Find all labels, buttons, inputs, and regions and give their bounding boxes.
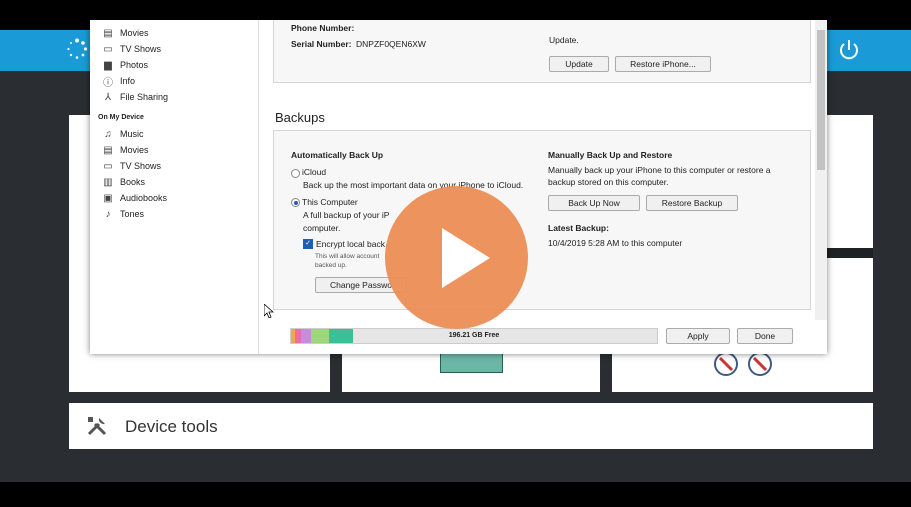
serial-number-label: Serial Number: [291, 39, 352, 49]
audiobook-icon: ▣ [103, 192, 113, 204]
play-icon [442, 228, 490, 288]
sidebar-item-photos[interactable]: ▆ Photos [102, 57, 148, 73]
feature-tile-icon [440, 352, 503, 373]
cursor-icon [264, 304, 274, 318]
sidebar-item-audiobooks[interactable]: ▣ Audiobooks [102, 190, 167, 206]
scroll-thumb[interactable] [817, 30, 825, 170]
manual-backup-description-2: backup stored on this computer. [548, 177, 669, 187]
info-icon: ⓘ [103, 77, 113, 89]
encrypt-checkbox[interactable]: ✓ [303, 239, 313, 249]
capacity-bar: 196.21 GB Free [290, 328, 658, 344]
manual-backup-title: Manually Back Up and Restore [548, 150, 673, 160]
done-button[interactable]: Done [737, 328, 793, 344]
book-icon: ▥ [103, 176, 113, 188]
spinner-icon [67, 38, 88, 59]
restore-backup-button[interactable]: Restore Backup [646, 195, 738, 211]
latest-backup-value: 10/4/2019 5:28 AM to this computer [548, 238, 683, 248]
update-button[interactable]: Update [549, 56, 609, 72]
decorative-tool-icon [714, 352, 772, 376]
this-computer-description: A full backup of your iP [303, 210, 390, 220]
restore-iphone-button[interactable]: Restore iPhone... [615, 56, 711, 72]
free-space-label: 196.21 GB Free [448, 332, 500, 339]
this-computer-radio[interactable] [291, 198, 300, 207]
tv-icon: ▭ [103, 43, 113, 55]
backups-heading: Backups [275, 110, 325, 125]
bell-icon: ♪ [105, 208, 111, 220]
sidebar-heading: On My Device [98, 114, 144, 121]
sidebar-item-info[interactable]: ⓘ Info [102, 73, 135, 89]
icloud-description: Back up the most important data on your … [303, 180, 524, 190]
sidebar-item-tones[interactable]: ♪ Tones [102, 206, 145, 222]
encrypt-label: Encrypt local back [316, 239, 385, 249]
summary-box: Phone Number: Serial Number: DNPZF0QEN6X… [273, 20, 811, 83]
encrypt-description: This will allow account [315, 253, 380, 260]
serial-number-value: DNPZF0QEN6XW [356, 39, 426, 49]
file-sharing-icon: ⅄ [104, 91, 112, 103]
sidebar-item-device-tv-shows[interactable]: ▭ TV Shows [102, 158, 161, 174]
update-text: Update. [549, 35, 579, 45]
phone-number-label: Phone Number: [291, 23, 355, 33]
apply-button[interactable]: Apply [666, 328, 730, 344]
device-tools-label: Device tools [125, 417, 218, 436]
auto-backup-title: Automatically Back Up [291, 150, 384, 160]
icloud-label: iCloud [302, 167, 327, 177]
this-computer-description-2: computer. [303, 223, 341, 233]
sidebar-item-music[interactable]: ♫ Music [102, 126, 143, 142]
itunes-sidebar: ▤ Movies ▭ TV Shows ▆ Photos ⓘ Info ⅄ File Sh… [90, 20, 259, 354]
sidebar-item-tv-shows[interactable]: ▭ TV Shows [102, 41, 161, 57]
music-icon: ♫ [104, 128, 112, 140]
latest-backup-title: Latest Backup: [548, 223, 609, 233]
sidebar-item-file-sharing[interactable]: ⅄ File Sharing [102, 89, 168, 105]
backups-box: Automatically Back Up iCloud Back up the… [273, 130, 811, 310]
tools-icon [87, 417, 107, 436]
this-computer-label: This Computer [302, 197, 358, 207]
scrollbar[interactable] [815, 20, 827, 320]
device-tools-section[interactable]: Device tools [69, 403, 873, 449]
film-icon: ▤ [103, 27, 113, 39]
sidebar-item-movies[interactable]: ▤ Movies [102, 25, 148, 41]
sidebar-item-device-movies[interactable]: ▤ Movies [102, 142, 148, 158]
back-up-now-button[interactable]: Back Up Now [548, 195, 640, 211]
encrypt-description-2: backed up. [315, 262, 347, 269]
itunes-content: Phone Number: Serial Number: DNPZF0QEN6X… [259, 20, 815, 354]
icloud-radio[interactable] [291, 169, 300, 178]
sidebar-item-books[interactable]: ▥ Books [102, 174, 145, 190]
manual-backup-description: Manually back up your iPhone to this com… [548, 165, 771, 175]
camera-icon: ▆ [104, 59, 112, 71]
tv-icon: ▭ [103, 160, 113, 172]
film-icon: ▤ [103, 144, 113, 156]
power-icon[interactable] [838, 38, 860, 62]
